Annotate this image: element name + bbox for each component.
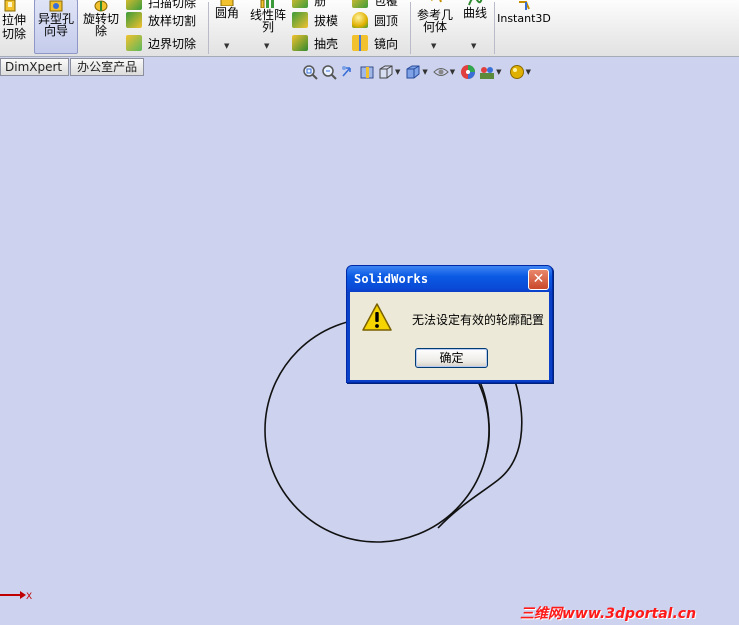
site-watermark: 三维网www.3dportal.cn <box>520 606 697 622</box>
solidworks-message-dialog: SolidWorks ✕ 无法设定有效的轮廓配置 确定 <box>346 265 553 383</box>
sketch-gap-mark <box>282 482 288 487</box>
dialog-title: SolidWorks <box>354 272 429 286</box>
dialog-close-button[interactable]: ✕ <box>528 269 549 290</box>
dialog-body: 无法设定有效的轮廓配置 确定 <box>350 292 549 380</box>
axis-x-label: X <box>26 592 32 602</box>
ok-button[interactable]: 确定 <box>415 348 488 368</box>
warning-icon <box>362 303 392 331</box>
sketch-gap-mark <box>321 519 327 523</box>
sketch-gap-mark <box>289 360 294 365</box>
origin-axis-icon: X <box>0 591 32 602</box>
dialog-title-bar[interactable]: SolidWorks ✕ <box>347 266 552 292</box>
sketch-offset-arc[interactable] <box>437 380 523 529</box>
dialog-message: 无法设定有效的轮廓配置 <box>412 313 545 327</box>
